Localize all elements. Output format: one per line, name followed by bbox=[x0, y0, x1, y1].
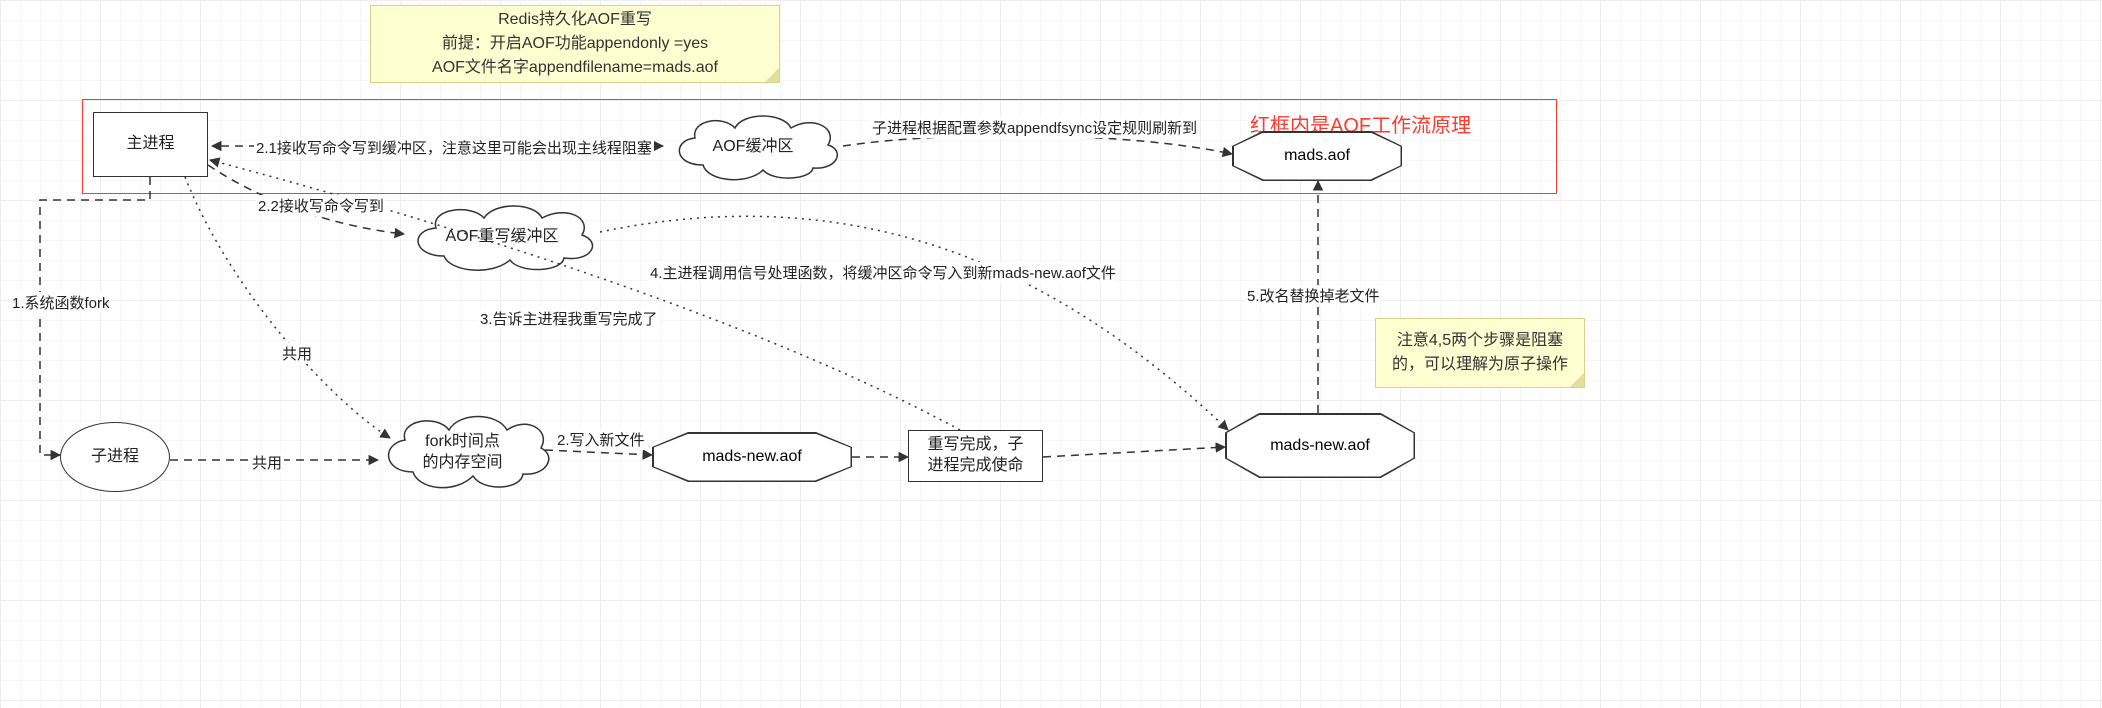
sticky-note-right: 注意4,5两个步骤是阻塞 的，可以理解为原子操作 bbox=[1375, 318, 1585, 388]
edge-label-fork: 1.系统函数fork bbox=[10, 292, 112, 313]
node-mads-aof: mads.aof bbox=[1232, 131, 1402, 181]
node-fork-snapshot: fork时间点 的内存空间 bbox=[375, 410, 550, 495]
edge-label-2-1: 2.1接收写命令写到缓冲区，注意这里可能会出现主线程阻塞 bbox=[254, 137, 654, 158]
edge-label-2-2: 2.2接收写命令写到 bbox=[256, 195, 386, 216]
node-label: 子进程 bbox=[91, 447, 139, 468]
node-mads-new-2: mads-new.aof bbox=[1225, 413, 1415, 478]
node-label: 进程完成使命 bbox=[927, 456, 1023, 477]
edge-label-5: 5.改名替换掉老文件 bbox=[1245, 285, 1382, 306]
node-aof-rewrite-buffer: AOF重写缓冲区 bbox=[402, 200, 602, 275]
node-label: 的内存空间 bbox=[422, 453, 502, 474]
node-label: 重写完成，子 bbox=[927, 435, 1023, 456]
edge-label-4: 4.主进程调用信号处理函数，将缓冲区命令写入到新mads-new.aof文件 bbox=[648, 262, 1118, 283]
edge-label-fsync: 子进程根据配置参数appendfsync设定规则刷新到 bbox=[870, 117, 1199, 138]
note-line: 注意4,5两个步骤是阻塞 bbox=[1397, 329, 1563, 353]
edge-label-share2: 共用 bbox=[250, 452, 284, 473]
node-label: mads-new.aof bbox=[1270, 437, 1370, 455]
note-line: AOF文件名字appendfilename=mads.aof bbox=[432, 56, 718, 80]
node-rewrite-done: 重写完成，子 进程完成使命 bbox=[908, 430, 1043, 482]
node-label: mads.aof bbox=[1284, 147, 1350, 165]
node-child-process: 子进程 bbox=[60, 422, 170, 492]
node-aof-buffer: AOF缓冲区 bbox=[663, 110, 843, 185]
sticky-note-top: Redis持久化AOF重写 前提：开启AOF功能appendonly =yes … bbox=[370, 5, 780, 83]
edge-label-share1: 共用 bbox=[280, 343, 314, 364]
node-label: 主进程 bbox=[126, 134, 174, 155]
edge-label-3: 3.告诉主进程我重写完成了 bbox=[478, 308, 660, 329]
note-line: 前提：开启AOF功能appendonly =yes bbox=[442, 32, 708, 56]
node-mads-new-1: mads-new.aof bbox=[652, 432, 852, 482]
node-main-process: 主进程 bbox=[93, 112, 208, 177]
node-label: AOF重写缓冲区 bbox=[402, 200, 602, 275]
node-label: mads-new.aof bbox=[702, 448, 802, 466]
note-line: Redis持久化AOF重写 bbox=[498, 8, 652, 32]
edge-label-2write: 2.写入新文件 bbox=[555, 429, 647, 450]
node-label: AOF缓冲区 bbox=[663, 110, 843, 185]
node-label: fork时间点 bbox=[425, 432, 500, 453]
note-line: 的，可以理解为原子操作 bbox=[1392, 353, 1568, 377]
